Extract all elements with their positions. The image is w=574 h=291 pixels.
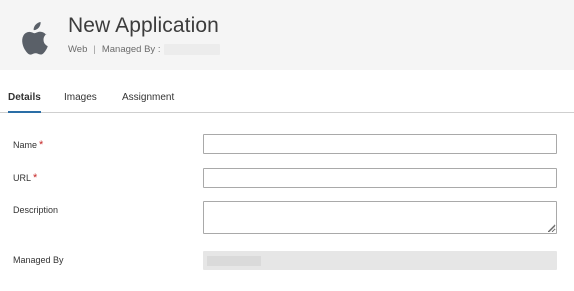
tab-details[interactable]: Details	[8, 92, 41, 113]
managed-by-label: Managed By	[13, 255, 64, 265]
url-field[interactable]	[203, 168, 557, 188]
tab-assignment[interactable]: Assignment	[122, 92, 174, 111]
name-label-text: Name	[13, 140, 38, 150]
url-label: URL *	[13, 172, 37, 184]
page-title: New Application	[68, 14, 219, 37]
required-marker: *	[39, 139, 44, 151]
tab-images[interactable]: Images	[64, 92, 97, 111]
managed-by-field	[203, 251, 557, 270]
name-field[interactable]	[203, 134, 557, 154]
app-header: New Application Web | Managed By :	[0, 0, 574, 70]
url-label-text: URL	[13, 173, 32, 183]
description-field[interactable]	[203, 201, 557, 234]
managed-by-redacted-value	[207, 256, 261, 266]
apple-logo-icon	[22, 22, 48, 55]
name-label: Name *	[13, 139, 43, 151]
meta-separator: |	[93, 44, 96, 55]
app-type: Web	[68, 44, 88, 55]
description-label: Description	[13, 205, 59, 215]
required-marker: *	[33, 172, 38, 184]
tab-bar: Details Images Assignment	[0, 84, 574, 113]
description-wrapper	[203, 201, 557, 234]
managed-by-redacted-value	[164, 44, 221, 55]
app-meta: Web | Managed By :	[68, 44, 221, 55]
managed-by-meta-label: Managed By :	[101, 44, 161, 55]
